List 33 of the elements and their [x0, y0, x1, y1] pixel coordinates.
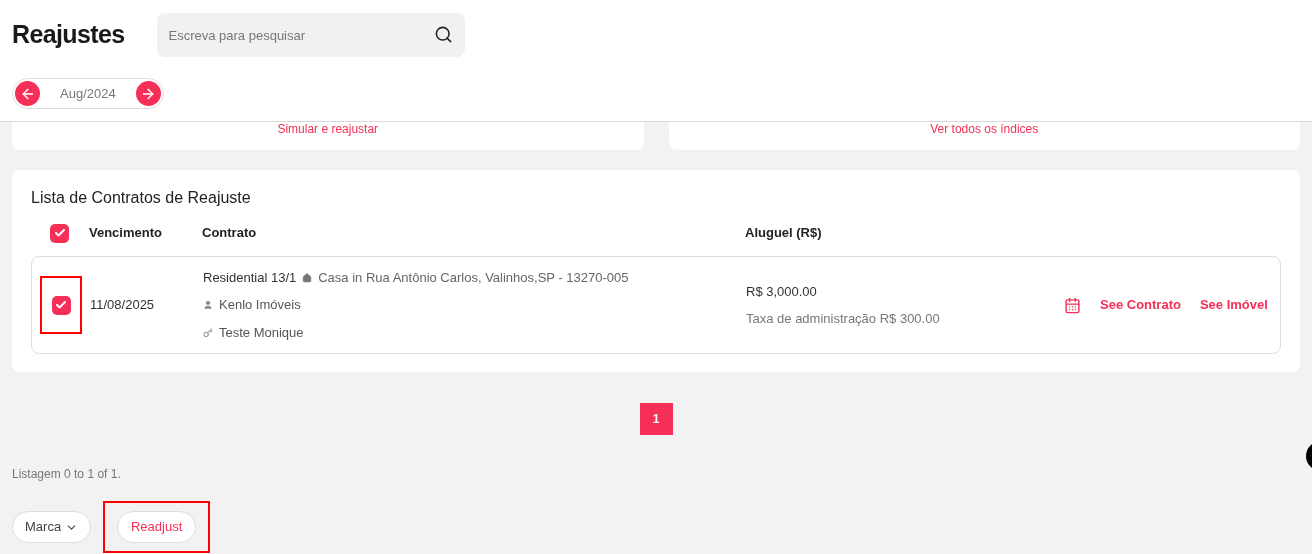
rent-amount: R$ 3,000.00: [746, 282, 818, 301]
previous-month-button[interactable]: [15, 81, 40, 106]
person-icon: [203, 300, 213, 310]
row-link[interactable]: See Contrato: [1100, 295, 1181, 315]
contract-name: Residential 13/1: [203, 268, 297, 287]
column-header: Aluguel (R$): [745, 224, 822, 243]
page-title: Reajustes: [12, 19, 125, 51]
column-header: Vencimento: [89, 224, 163, 243]
column-header: Contrato: [202, 224, 258, 243]
property-address: Casa in Rua Antônio Carlos, Valinhos,SP - 13270-005: [318, 268, 629, 287]
next-month-button[interactable]: [135, 81, 161, 106]
calendar-icon[interactable]: [1064, 296, 1081, 314]
owner-name: Kenlo Imóveis: [219, 296, 301, 315]
action-button[interactable]: Readjust: [116, 511, 197, 543]
check-icon: [53, 227, 66, 239]
row-link[interactable]: See Imóvel: [1199, 295, 1268, 315]
list-title: Lista de Contratos de Reajuste: [31, 188, 252, 208]
summary-link[interactable]: Ver todos os índices: [930, 122, 1039, 136]
checkbox[interactable]: [50, 223, 69, 243]
page-button[interactable]: 1: [639, 403, 673, 435]
listing-info: Listagem 0 to 1 of 1.: [12, 466, 122, 483]
tenant-name: Teste Monique: [219, 323, 304, 342]
search-icon[interactable]: [433, 25, 453, 44]
dropdown-button[interactable]: Marca: [12, 511, 92, 543]
summary-link[interactable]: Simular e reajustar: [277, 122, 379, 136]
month-label: Aug/2024: [59, 84, 117, 103]
search-field[interactable]: Escreva para pesquisar: [156, 13, 465, 57]
key-icon: [203, 327, 213, 338]
checkbox[interactable]: [51, 295, 71, 315]
home-icon: [302, 272, 313, 283]
admin-fee: Taxa de administração R$ 300.00: [746, 310, 941, 328]
check-icon: [55, 299, 67, 311]
due-date: 11/08/2025: [90, 296, 156, 315]
